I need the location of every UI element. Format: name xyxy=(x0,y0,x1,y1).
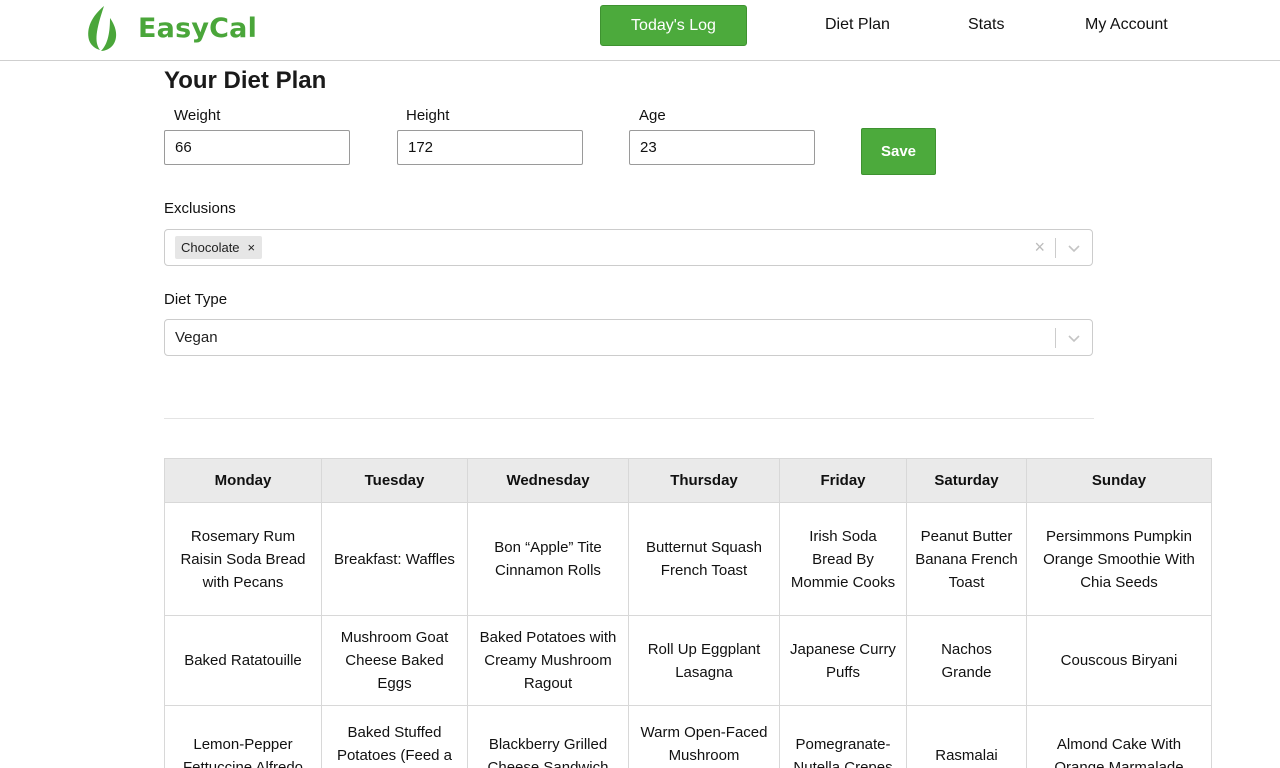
meal-cell: Couscous Biryani xyxy=(1026,615,1212,706)
diet-plan-table: Monday Tuesday Wednesday Thursday Friday… xyxy=(164,458,1212,768)
chevron-down-icon[interactable] xyxy=(1066,240,1082,256)
day-header: Sunday xyxy=(1026,458,1212,503)
nav-stats[interactable]: Stats xyxy=(968,16,1004,34)
diet-type-select[interactable]: Vegan xyxy=(164,319,1093,356)
age-label: Age xyxy=(639,107,666,124)
app-logo[interactable]: EasyCal xyxy=(84,4,257,52)
remove-chip-icon[interactable]: × xyxy=(246,240,263,255)
exclusion-chip-label: Chocolate xyxy=(181,240,240,255)
day-header: Thursday xyxy=(628,458,780,503)
meal-cell: Baked Ratatouille xyxy=(164,615,322,706)
day-header: Saturday xyxy=(906,458,1027,503)
table-row: Rosemary Rum Raisin Soda Bread with Peca… xyxy=(164,502,1212,616)
day-header: Friday xyxy=(779,458,907,503)
meal-cell: Almond Cake With Orange Marmalade xyxy=(1026,705,1212,768)
height-input[interactable] xyxy=(397,130,583,165)
meal-cell: Warm Open-Faced Mushroom Sandwich xyxy=(628,705,780,768)
select-separator xyxy=(1055,238,1056,258)
page-title: Your Diet Plan xyxy=(164,67,327,94)
chevron-down-icon[interactable] xyxy=(1066,330,1082,346)
app-name: EasyCal xyxy=(138,12,258,44)
weight-label: Weight xyxy=(174,107,221,124)
select-separator xyxy=(1055,328,1056,348)
meal-cell: Persimmons Pumpkin Orange Smoothie With … xyxy=(1026,502,1212,616)
meal-cell: Breakfast: Waffles xyxy=(321,502,468,616)
day-header: Wednesday xyxy=(467,458,629,503)
meal-cell: Peanut Butter Banana French Toast xyxy=(906,502,1027,616)
exclusions-select[interactable]: Chocolate × × xyxy=(164,229,1093,266)
nav-diet-plan[interactable]: Diet Plan xyxy=(825,16,890,34)
top-navbar: EasyCal Today's Log Diet Plan Stats My A… xyxy=(0,0,1280,61)
clear-icon[interactable]: × xyxy=(1034,238,1045,256)
height-label: Height xyxy=(406,107,450,124)
save-button[interactable]: Save xyxy=(861,128,936,175)
meal-cell: Nachos Grande xyxy=(906,615,1027,706)
meal-cell: Pomegranate-Nutella Crepes xyxy=(779,705,907,768)
day-header: Tuesday xyxy=(321,458,468,503)
meal-cell: Roll Up Eggplant Lasagna xyxy=(628,615,780,706)
meal-cell: Baked Stuffed Potatoes (Feed a Crowd) xyxy=(321,705,468,768)
meal-cell: Rosemary Rum Raisin Soda Bread with Peca… xyxy=(164,502,322,616)
meal-cell: Blackberry Grilled Cheese Sandwich xyxy=(467,705,629,768)
meal-cell: Rasmalai xyxy=(906,705,1027,768)
meal-cell: Butternut Squash French Toast xyxy=(628,502,780,616)
day-header: Monday xyxy=(164,458,322,503)
meal-cell: Baked Potatoes with Creamy Mushroom Rago… xyxy=(467,615,629,706)
meal-cell: Lemon-Pepper Fettuccine Alfredo xyxy=(164,705,322,768)
meal-cell: Irish Soda Bread By Mommie Cooks xyxy=(779,502,907,616)
table-row: Lemon-Pepper Fettuccine Alfredo Baked St… xyxy=(164,705,1212,768)
meal-cell: Mushroom Goat Cheese Baked Eggs xyxy=(321,615,468,706)
diet-type-label: Diet Type xyxy=(164,291,228,308)
meal-cell: Bon “Apple” Tite Cinnamon Rolls xyxy=(467,502,629,616)
weight-input[interactable] xyxy=(164,130,350,165)
leaf-flame-icon xyxy=(88,6,117,51)
exclusions-label: Exclusions xyxy=(164,200,236,217)
exclusion-chip: Chocolate × xyxy=(175,236,263,259)
nav-my-account[interactable]: My Account xyxy=(1085,16,1168,34)
table-header-row: Monday Tuesday Wednesday Thursday Friday… xyxy=(164,458,1212,503)
section-divider xyxy=(164,418,1094,419)
age-input[interactable] xyxy=(629,130,815,165)
meal-cell: Japanese Curry Puffs xyxy=(779,615,907,706)
diet-type-value: Vegan xyxy=(175,329,218,346)
table-row: Baked Ratatouille Mushroom Goat Cheese B… xyxy=(164,615,1212,706)
todays-log-button[interactable]: Today's Log xyxy=(600,5,747,46)
